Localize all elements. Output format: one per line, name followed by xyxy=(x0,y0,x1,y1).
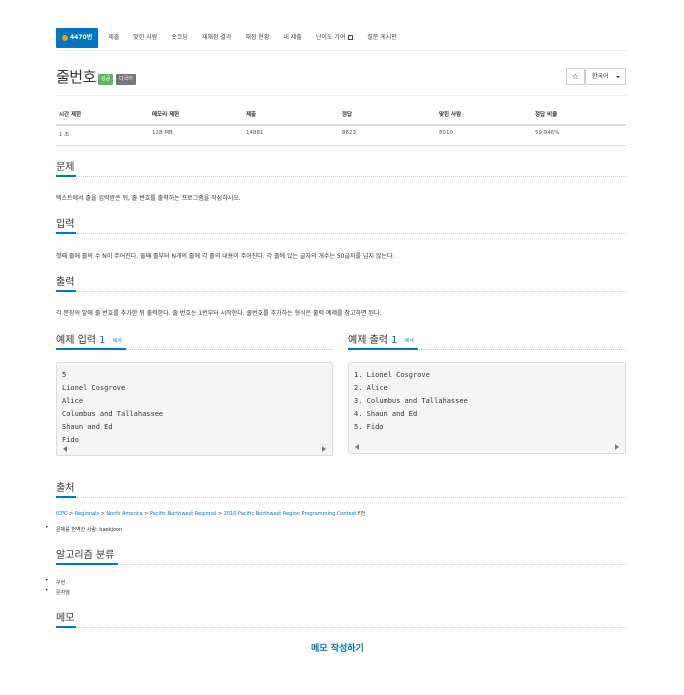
stats-value-ratio: 59.946% xyxy=(535,130,560,136)
problem-section-underline xyxy=(56,175,76,177)
algorithm-tag[interactable]: 문자열 xyxy=(56,589,70,596)
sample-input-line: Lionel Cosgrove xyxy=(62,384,126,392)
algorithm-section-divider xyxy=(56,564,626,565)
source-link-regionals[interactable]: Regionals xyxy=(75,511,99,517)
translator-name[interactable]: baekjoon xyxy=(99,527,122,533)
input-section-underline xyxy=(56,232,76,234)
source-link-icpc[interactable]: ICPC xyxy=(56,511,67,517)
scroll-left-icon[interactable] xyxy=(355,444,359,450)
sample-input-line: Fido xyxy=(62,436,79,444)
sample-input-box[interactable]: 5 Lionel Cosgrove Alice Columbus and Tal… xyxy=(56,362,333,456)
output-section-underline xyxy=(56,290,76,292)
stats-header-ratio: 정답 비율 xyxy=(535,112,558,118)
nav-tab-submit[interactable]: 제출 xyxy=(108,28,119,48)
title-divider xyxy=(56,95,626,96)
stats-row: 1 초 128 MB 14881 8623 8010 59.946% xyxy=(56,130,626,138)
memo-section-title: 메모 xyxy=(56,613,75,624)
stats-value-memory: 128 MB xyxy=(152,130,173,136)
sample-input-title: 예제 입력 1 복사 xyxy=(56,335,122,346)
sample-output-line: 3. Columbus and Tallahassee xyxy=(354,397,468,405)
external-link-icon xyxy=(348,34,354,40)
stats-header-divider xyxy=(56,124,626,126)
sample-output-line: 5. Fido xyxy=(354,423,384,431)
bullet-icon: • xyxy=(45,524,49,531)
stats-value-accepted: 8623 xyxy=(342,130,356,136)
sample-input-line: Alice xyxy=(62,397,84,405)
solved-badge: 성공 xyxy=(98,74,114,85)
algorithm-section-underline xyxy=(56,563,118,565)
source-section-divider xyxy=(56,497,626,498)
nav-tab-my-submissions[interactable]: 내 제출 xyxy=(283,28,301,48)
algorithm-section-title: 알고리즘 분류 xyxy=(56,550,115,561)
stats-header-submissions: 제출 xyxy=(246,112,257,118)
nav-tab-difficulty[interactable]: 난이도 기여 xyxy=(316,28,354,48)
copy-output-button[interactable]: 복사 xyxy=(405,338,414,344)
star-icon: ☆ xyxy=(571,72,580,81)
scroll-right-icon[interactable] xyxy=(615,444,619,450)
input-description: 첫째 줄에 줄의 수 N이 주어진다. 둘째 줄부터 N개의 줄에 각 줄의 내… xyxy=(56,253,395,260)
source-link-contest[interactable]: 2010 Pacific Northwest Region Programmin… xyxy=(224,511,356,517)
source-link-north-america[interactable]: North America xyxy=(106,511,142,517)
memo-section-divider xyxy=(56,627,626,628)
stats-header: 시간 제한 메모리 제한 제출 정답 맞힌 사람 정답 비율 xyxy=(56,110,626,118)
source-breadcrumb: ICPC > Regionals > North America > Pacif… xyxy=(56,511,366,517)
algorithm-tag[interactable]: 구현 xyxy=(56,579,65,586)
sample-input-line: Columbus and Tallahassee xyxy=(62,410,164,418)
translator-line: 문제를 번역한 사람: baekjoon xyxy=(56,527,123,533)
input-section-title: 입력 xyxy=(56,219,75,230)
stats-value-time: 1 초 xyxy=(59,132,70,138)
sample-input-line: 5 xyxy=(62,371,67,379)
nav-tab-rejudge[interactable]: 재채점 결과 xyxy=(202,28,232,48)
trophy-icon xyxy=(62,35,68,41)
scroll-right-icon[interactable] xyxy=(322,446,326,452)
sample-output-line: 2. Alice xyxy=(354,384,388,392)
input-section-divider xyxy=(56,233,626,234)
stats-value-submissions: 14881 xyxy=(246,130,264,136)
source-section-title: 출처 xyxy=(56,483,75,494)
output-description: 각 문장의 앞에 줄 번호를 추가한 뒤 출력한다. 줄 번호는 1번부터 시작… xyxy=(56,310,382,317)
multilang-badge: 다국어 xyxy=(116,74,136,85)
bullet-icon: • xyxy=(45,577,49,584)
nav-tab-board[interactable]: 질문 게시판 xyxy=(367,28,397,48)
output-section-divider xyxy=(56,291,626,292)
stats-value-solvers: 8010 xyxy=(439,130,453,136)
copy-input-button[interactable]: 복사 xyxy=(113,338,122,344)
bullet-icon: • xyxy=(45,587,49,594)
sample-input-line: Shaun and Ed xyxy=(62,423,113,431)
source-section-underline xyxy=(56,496,76,498)
sample-input-underline xyxy=(56,348,126,350)
source-link-pnw-regional[interactable]: Pacific Northwest Regional xyxy=(150,511,216,517)
scroll-left-icon[interactable] xyxy=(63,446,67,452)
memo-section-underline xyxy=(56,626,76,628)
stats-header-solvers: 맞힌 사람 xyxy=(439,112,462,118)
problem-description: 텍스트에서 줄을 입력받은 뒤, 줄 번호를 출력하는 프로그램을 작성하시오. xyxy=(56,195,241,202)
write-memo-button[interactable]: 메모 작성하기 xyxy=(311,641,364,654)
sample-output-box[interactable]: 1. Lionel Cosgrove 2. Alice 3. Columbus … xyxy=(348,362,626,454)
caret-down-icon xyxy=(616,76,620,78)
language-select[interactable]: 한국어 xyxy=(585,68,626,85)
star-button[interactable]: ☆ xyxy=(566,68,585,85)
nav-tab-solved[interactable]: 맞힌 사람 xyxy=(133,28,157,48)
page-title: 줄번호 xyxy=(56,68,96,86)
sample-output-title: 예제 출력 1 복사 xyxy=(348,335,414,346)
nav-tab-status[interactable]: 채점 현황 xyxy=(245,28,269,48)
sample-output-underline xyxy=(348,348,418,350)
sample-output-line: 4. Shaun and Ed xyxy=(354,410,418,418)
problem-section-divider xyxy=(56,176,626,177)
stats-header-memory: 메모리 제한 xyxy=(152,112,180,118)
nav-tab-problem[interactable]: 4470번 xyxy=(56,28,99,48)
problem-nav: 4470번 제출 맞힌 사람 숏코딩 재채점 결과 채점 현황 내 제출 난이도… xyxy=(56,28,397,48)
stats-header-accepted: 정답 xyxy=(342,112,353,118)
stats-header-time: 시간 제한 xyxy=(59,112,82,118)
sample-output-line: 1. Lionel Cosgrove xyxy=(354,371,430,379)
problem-section-title: 문제 xyxy=(56,162,75,173)
output-section-title: 출력 xyxy=(56,277,75,288)
stats-bottom-divider xyxy=(56,145,626,146)
nav-tab-shortcoding[interactable]: 숏코딩 xyxy=(171,28,188,48)
nav-divider xyxy=(56,50,626,51)
